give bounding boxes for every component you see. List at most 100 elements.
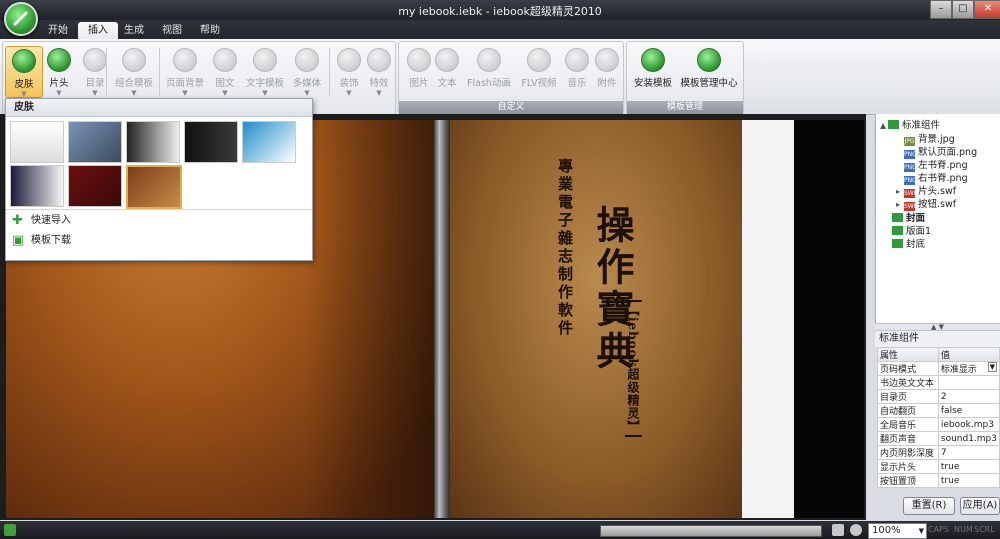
prop-key: 书边英文文本	[877, 375, 939, 390]
refresh-icon[interactable]	[850, 524, 862, 536]
tree-node-cover[interactable]: 封面	[892, 212, 925, 225]
status-icon	[4, 524, 16, 536]
template-center-button[interactable]: 模板管理中心	[679, 46, 739, 96]
install-template-button[interactable]: 安装模板	[631, 46, 675, 96]
zoom-select[interactable]: 100% ▼	[868, 523, 927, 539]
separator	[106, 48, 107, 96]
table-row[interactable]: 自动翻页 false	[877, 403, 1000, 418]
apply-button[interactable]: 应用(A)	[960, 497, 1000, 515]
swf-file-icon: SWF	[904, 202, 918, 211]
skin-icon	[12, 49, 36, 73]
table-row[interactable]: 全局音乐 iebook.mp3	[877, 417, 1000, 432]
prop-value[interactable]	[937, 375, 1000, 390]
print-icon[interactable]	[832, 524, 844, 536]
table-row[interactable]: 目录页 2	[877, 389, 1000, 404]
multimedia-button[interactable]: 多媒体 ▼	[287, 46, 327, 97]
skin-dropdown-panel: 皮肤 ✚ 快速导入 ▣ 模板下载	[5, 98, 313, 261]
folder-icon	[888, 120, 899, 129]
scroll-lock-indicator: SCRL	[974, 525, 995, 534]
window-title: my iebook.iebk - iebook超级精灵2010	[398, 5, 602, 18]
prop-value[interactable]: sound1.mp3	[937, 431, 1000, 446]
flv-video-label: FLV视频	[521, 78, 557, 89]
image-text-button[interactable]: 图文 ▼	[207, 46, 243, 97]
skin-thumbnail[interactable]	[184, 121, 238, 163]
prop-value[interactable]: false	[937, 403, 1000, 418]
table-row[interactable]: 翻页声音 sound1.mp3	[877, 431, 1000, 446]
page-background-icon	[173, 48, 197, 72]
ribbon-group-custom: 图片 文本 Flash动画 FLV视频 音乐 附件 自定义	[398, 41, 624, 115]
tree-file-label: 默认页面.png	[918, 147, 978, 158]
tree-node-file[interactable]: PNG默认页面.png	[904, 146, 977, 159]
tree-node-file[interactable]: PNG左书脊.png	[904, 159, 968, 172]
combo-template-button[interactable]: 组合模板 ▼	[111, 46, 157, 97]
book-spine	[434, 120, 450, 518]
close-button[interactable]: ✕	[974, 0, 1000, 19]
tree-file-label: 片头.swf	[918, 186, 957, 197]
app-logo-button[interactable]	[4, 2, 38, 36]
flv-video-button[interactable]: FLV视频	[517, 46, 561, 96]
tree-section-label: 版面1	[906, 226, 932, 237]
prop-value[interactable]: 2	[937, 389, 1000, 404]
tree-node-page[interactable]: 版面1	[892, 225, 931, 238]
table-row[interactable]: 书边英文文本	[877, 375, 1000, 390]
skin-thumbnail[interactable]	[68, 165, 122, 207]
text-button[interactable]: 文本	[429, 46, 465, 96]
maximize-button[interactable]: □	[952, 0, 974, 19]
skin-thumbnail[interactable]	[68, 121, 122, 163]
prop-value[interactable]: 7	[937, 445, 1000, 460]
table-row[interactable]: 按钮置顶 true	[877, 473, 1000, 488]
quick-import-item[interactable]: ✚ 快速导入	[12, 212, 71, 230]
prop-value[interactable]: true	[937, 459, 1000, 474]
effects-label: 特效	[369, 78, 389, 89]
skin-thumbnail[interactable]	[126, 121, 180, 163]
template-download-item[interactable]: ▣ 模板下载	[12, 232, 71, 250]
ribbon-group-template-management: 安装模板 模板管理中心 模板管理	[626, 41, 744, 115]
plus-icon: ✚	[12, 213, 23, 228]
template-center-label: 模板管理中心	[680, 78, 738, 89]
toc-button[interactable]: 目录 ▼	[77, 46, 113, 97]
properties-title: 标准组件	[875, 330, 1000, 347]
skin-thumbnail[interactable]	[10, 121, 64, 163]
prop-value[interactable]: true	[937, 473, 1000, 488]
prop-key: 目录页	[877, 389, 939, 404]
tree-node-back-cover[interactable]: 封底	[892, 238, 925, 251]
tree-node-file[interactable]: JPG 背景.jpg	[904, 133, 955, 146]
tab-view[interactable]: 视图	[152, 22, 192, 39]
text-template-button[interactable]: 文字模板 ▼	[243, 46, 287, 97]
tree-node-root[interactable]: ▲ 标准组件	[880, 119, 940, 132]
prop-value-select[interactable]: 标准显示 ▼	[937, 361, 1000, 376]
chevron-down-icon[interactable]: ▼	[987, 362, 997, 372]
attachment-button[interactable]: 附件	[589, 46, 625, 96]
prop-value[interactable]: iebook.mp3	[937, 417, 1000, 432]
tree-node-file[interactable]: ▸ SWF片头.swf	[896, 185, 956, 198]
tab-generate[interactable]: 生成	[114, 22, 154, 39]
skin-thumbnail-selected[interactable]	[126, 165, 182, 209]
table-row[interactable]: 页码模式 标准显示 ▼	[877, 361, 1000, 376]
attachment-label: 附件	[597, 78, 617, 89]
tree-node-file[interactable]: ▸ SWF按钮.swf	[896, 198, 956, 211]
skin-thumbnail[interactable]	[10, 165, 64, 207]
effects-button[interactable]: 特效 ▼	[361, 46, 397, 97]
prop-key: 页码模式	[877, 361, 939, 376]
tab-insert[interactable]: 插入	[78, 22, 118, 39]
reset-button[interactable]: 重置(R)	[903, 497, 955, 515]
tab-start[interactable]: 开始	[38, 22, 78, 39]
flash-button[interactable]: Flash动画	[465, 46, 513, 96]
caps-indicator: CAPS	[928, 525, 949, 534]
canvas-margin	[794, 120, 864, 518]
image-file-icon: PNG	[904, 163, 917, 172]
tree-section-label: 封底	[906, 239, 926, 250]
intro-button[interactable]: 片头 ▼	[41, 46, 77, 97]
chevron-down-icon[interactable]: ▼	[919, 524, 924, 538]
tab-help[interactable]: 帮助	[190, 22, 230, 39]
horizontal-scrollbar[interactable]	[600, 525, 822, 537]
table-row[interactable]: 显示片头 true	[877, 459, 1000, 474]
minus-icon	[697, 48, 721, 72]
page-background-button[interactable]: 页面背景 ▼	[163, 46, 207, 97]
skin-thumbnail[interactable]	[242, 121, 296, 163]
minimize-button[interactable]: –	[930, 0, 952, 19]
table-row[interactable]: 内页阴影深度 7	[877, 445, 1000, 460]
tree-node-file[interactable]: PNG右书脊.png	[904, 172, 968, 185]
check-icon	[47, 48, 71, 72]
skin-button[interactable]: 皮肤 ▼	[5, 46, 43, 98]
